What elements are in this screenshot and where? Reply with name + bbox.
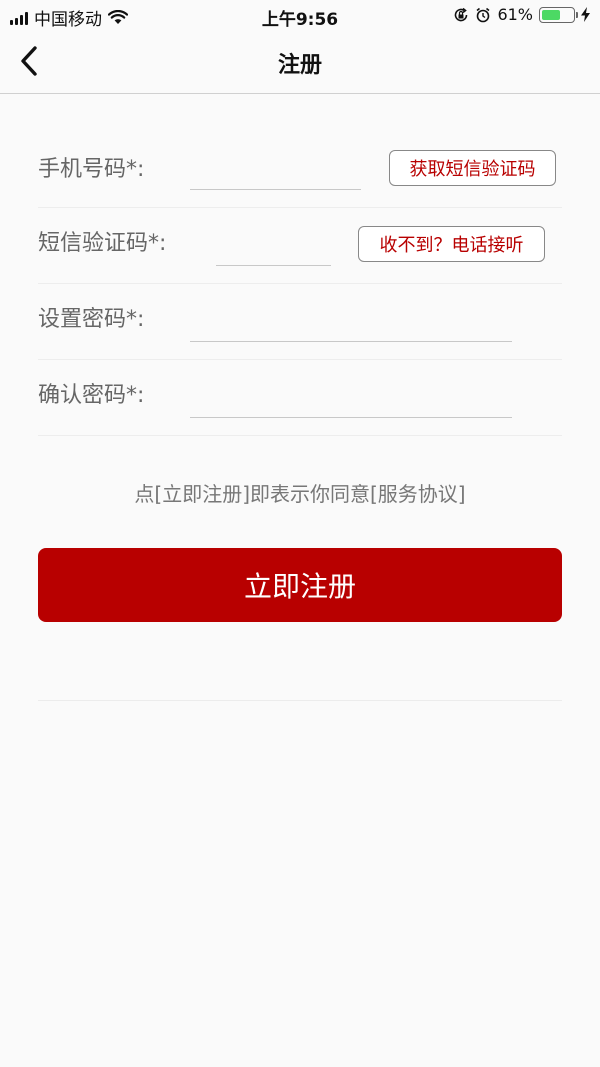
register-button[interactable]: 立即注册: [38, 548, 562, 622]
page-title: 注册: [277, 53, 322, 78]
sms-code-input[interactable]: [216, 237, 331, 266]
status-bar-right: 61%: [453, 5, 590, 24]
phone-row: 手机号码*: 获取短信验证码: [38, 131, 562, 208]
battery-level: [542, 9, 560, 20]
sms-code-label: 短信验证码*:: [38, 231, 167, 256]
battery-percent: 61%: [497, 5, 533, 24]
alarm-icon: [476, 7, 490, 22]
password-label: 设置密码*:: [38, 307, 145, 332]
phone-input[interactable]: [190, 161, 361, 190]
battery-icon: [539, 6, 578, 23]
voice-code-button[interactable]: 收不到？电话接听: [358, 226, 545, 262]
agreement-text[interactable]: 点[立即注册]即表示你同意[服务协议]: [0, 478, 600, 507]
password-row: 设置密码*:: [38, 283, 562, 360]
confirm-password-row: 确认密码*:: [38, 359, 562, 436]
sms-code-row: 短信验证码*: 收不到？电话接听: [38, 207, 562, 284]
confirm-password-label: 确认密码*:: [38, 383, 145, 408]
password-input[interactable]: [190, 313, 512, 342]
confirm-password-input[interactable]: [190, 389, 512, 418]
status-bar: 中国移动 上午9:56 61%: [0, 0, 600, 30]
get-sms-code-button[interactable]: 获取短信验证码: [389, 150, 556, 186]
nav-bar: 注册: [0, 30, 600, 94]
phone-label: 手机号码*:: [38, 157, 145, 182]
divider: [38, 700, 562, 701]
charging-bolt-icon: [581, 7, 590, 22]
orientation-lock-icon: [455, 7, 468, 21]
